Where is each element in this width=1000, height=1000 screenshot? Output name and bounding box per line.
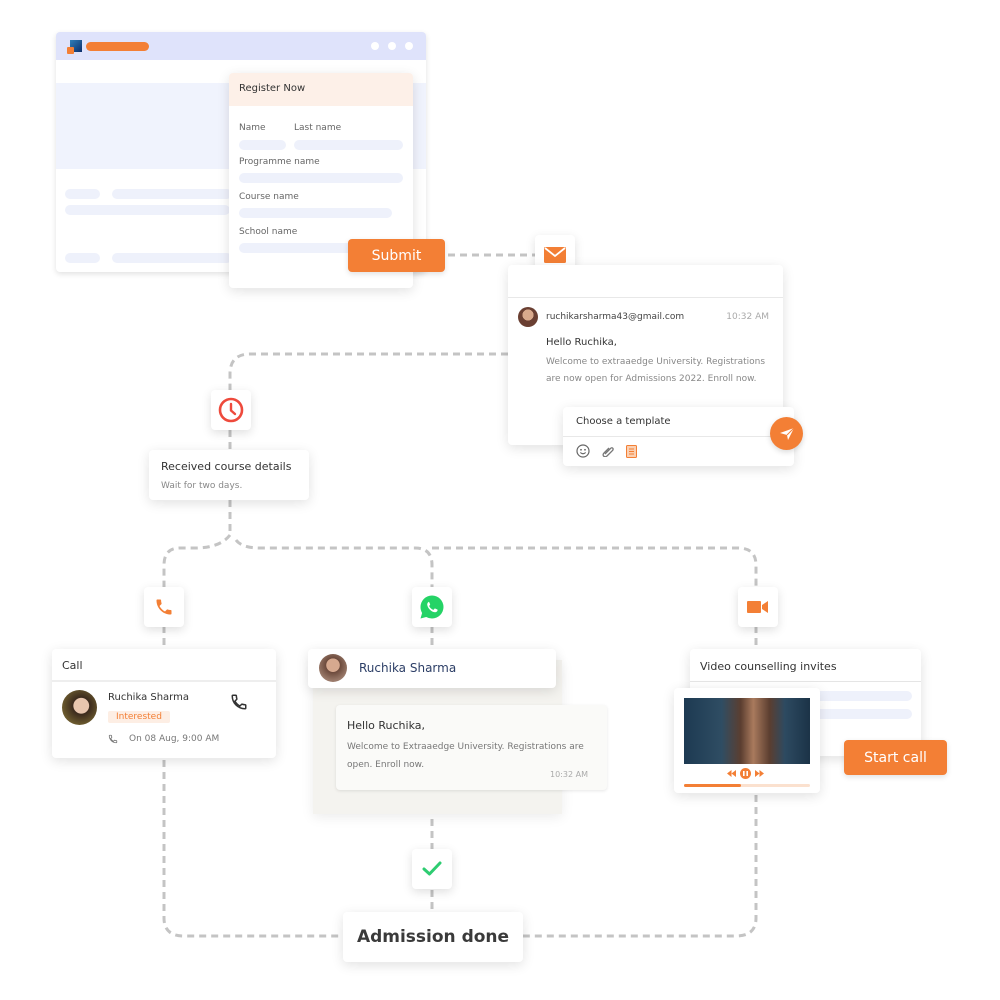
admission-done-title: Admission done [356,927,510,947]
call-button-icon[interactable] [230,693,248,711]
send-icon [779,427,794,440]
wait-step-subtitle: Wait for two days. [161,481,243,491]
whatsapp-avatar [319,654,347,682]
call-step-node[interactable] [144,587,184,627]
status-badge: Interested [108,711,170,723]
email-body: Welcome to extraaedge University. Regist… [546,357,766,384]
whatsapp-greeting: Hello Ruchika, [347,719,425,732]
fast-forward-icon[interactable] [755,770,764,777]
content-placeholder [65,205,230,215]
video-camera-icon [747,601,768,613]
video-frame[interactable] [684,698,810,764]
content-placeholder [65,189,100,199]
whatsapp-contact-name: Ruchika Sharma [359,661,457,675]
wait-step-card: Received course details Wait for two day… [149,450,309,500]
email-greeting: Hello Ruchika, [546,337,617,348]
content-placeholder [112,189,232,199]
video-progress-track[interactable] [684,784,810,787]
app-name-placeholder [86,42,149,51]
start-call-button[interactable]: Start call [844,740,947,775]
template-icon[interactable] [626,445,637,458]
envelope-icon [544,247,566,263]
whatsapp-time: 10:32 AM [550,770,588,779]
pause-icon [743,771,748,776]
call-card-divider [52,680,276,682]
admission-done-card: Admission done [343,912,523,962]
check-icon [422,861,442,876]
contact-avatar [62,690,97,725]
phone-icon [156,599,172,615]
sender-email: ruchikarsharma43@gmail.com [546,312,685,322]
paperclip-icon[interactable] [602,445,614,457]
last-name-label: Last name [294,123,342,133]
window-control-dot[interactable] [405,42,413,50]
schedule-phone-icon [108,734,118,744]
whatsapp-contact-header: Ruchika Sharma [308,649,556,688]
course-input[interactable] [239,208,392,218]
call-card: Call Ruchika Sharma Interested On 08 Aug… [52,649,276,758]
smiley-icon[interactable] [576,444,590,458]
email-card-divider [508,297,783,298]
contact-name: Ruchika Sharma [108,692,189,703]
rewind-icon[interactable] [727,770,736,777]
whatsapp-icon [420,595,444,619]
connector-video-final [522,795,758,938]
invite-placeholder [810,709,912,719]
name-input[interactable] [239,140,286,150]
connector-branch-call [162,534,232,588]
email-time: 10:32 AM [726,312,769,322]
course-label: Course name [239,192,299,202]
video-card-title: Video counselling invites [700,660,837,673]
wait-step-title: Received course details [161,460,292,473]
send-button[interactable] [770,417,803,450]
video-player [674,688,820,793]
window-control-dot[interactable] [371,42,379,50]
school-label: School name [239,227,298,237]
whatsapp-step-node[interactable] [412,587,452,627]
call-card-title: Call [62,659,83,672]
window-control-dot[interactable] [388,42,396,50]
pause-button[interactable] [740,768,751,779]
completion-step-node[interactable] [412,849,452,889]
last-name-input[interactable] [294,140,403,150]
content-placeholder [112,253,232,263]
video-progress-fill [684,784,741,787]
connector-branch-video [432,546,758,588]
template-composer: Choose a template [563,407,794,466]
composer-divider [563,436,794,437]
register-form-title: Register Now [239,83,306,94]
whatsapp-body: Welcome to Extraaedge University. Regist… [347,742,590,770]
video-card-divider [690,681,921,682]
wait-step-node[interactable] [211,390,251,430]
programme-input[interactable] [239,173,403,183]
call-schedule: On 08 Aug, 9:00 AM [129,734,220,744]
video-step-node[interactable] [738,587,778,627]
programme-label: Programme name [239,157,320,167]
clock-icon [218,397,244,423]
template-select[interactable]: Choose a template [576,416,671,427]
connector-branch-whatsapp [234,539,434,588]
content-placeholder [65,253,100,263]
invite-placeholder [810,691,912,701]
sender-avatar [518,307,538,327]
name-label: Name [239,123,266,133]
app-logo-accent [67,47,74,54]
connector-email-wait [228,352,508,392]
whatsapp-message-bubble: Hello Ruchika, Welcome to Extraaedge Uni… [336,705,607,790]
submit-button[interactable]: Submit [348,239,445,272]
